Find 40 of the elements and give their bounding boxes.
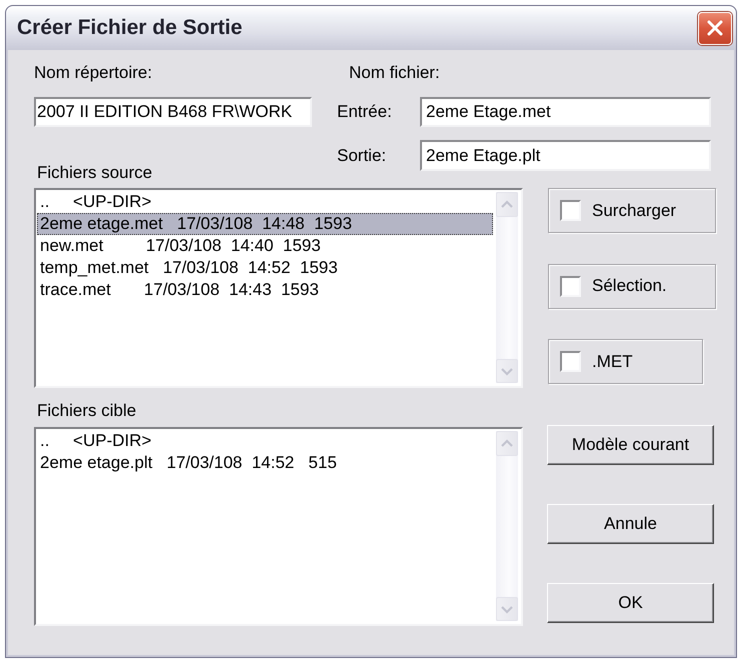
checkbox[interactable]	[560, 351, 581, 372]
close-icon	[707, 20, 723, 36]
list-item[interactable]: .. <UP-DIR>	[37, 430, 493, 452]
input-field[interactable]: 2eme Etage.met	[420, 97, 711, 127]
dialog-button[interactable]: OK	[547, 583, 714, 623]
chevron-up-icon	[501, 439, 513, 448]
file-list[interactable]: .. <UP-DIR> 2eme etage.plt 17/03/108 14:52 515	[34, 427, 523, 626]
checkbox[interactable]	[560, 276, 581, 296]
list-item[interactable]: 2eme etage.plt 17/03/108 14:52 515	[37, 452, 493, 474]
dialog-button[interactable]: Annule	[547, 504, 714, 544]
list-item[interactable]: .. <UP-DIR>	[37, 191, 493, 213]
field-label: Nom fichier:	[348, 63, 441, 83]
scroll-down-button[interactable]	[496, 597, 518, 621]
scroll-up-button[interactable]	[496, 431, 518, 456]
dialog-button[interactable]: Modèle courant	[547, 425, 714, 465]
checkbox-label: Surcharger	[592, 200, 676, 220]
chevron-up-icon	[501, 200, 513, 209]
scrollbar[interactable]	[496, 192, 518, 383]
scroll-up-button[interactable]	[496, 192, 518, 217]
file-list[interactable]: .. <UP-DIR> 2eme etage.met 17/03/108 14:48 1593 new.met 17/03/108 14:40 1593 temp_met.met 17/03/108 14:52 1593 trace.met 17/03/108 14:43 1593	[34, 188, 523, 388]
checkbox[interactable]	[560, 200, 581, 221]
window-title: Créer Fichier de Sortie	[17, 16, 242, 40]
chevron-down-icon	[501, 604, 513, 614]
list-item[interactable]: temp_met.met 17/03/108 14:52 1593	[37, 257, 493, 279]
field-label: Nom répertoire:	[34, 63, 154, 83]
directory-field[interactable]: 2007 II EDITION B468 FR\WORK	[34, 97, 312, 127]
list-item[interactable]: new.met 17/03/108 14:40 1593	[37, 235, 493, 257]
close-button[interactable]	[698, 12, 732, 44]
list-item[interactable]: trace.met 17/03/108 14:43 1593	[37, 279, 493, 301]
input-field[interactable]: 2eme Etage.plt	[420, 140, 711, 171]
list-label: Fichiers cible	[36, 401, 138, 421]
checkbox-label: Sélection.	[592, 276, 667, 296]
field-label: Entrée:	[337, 102, 393, 122]
scrollbar[interactable]	[496, 431, 518, 621]
list-item[interactable]: 2eme etage.met 17/03/108 14:48 1593	[37, 213, 493, 235]
list-label: Fichiers source	[36, 163, 154, 183]
chevron-down-icon	[501, 366, 513, 376]
field-label: Sortie:	[337, 146, 388, 166]
checkbox-label: .MET	[592, 352, 633, 372]
scroll-down-button[interactable]	[496, 359, 518, 383]
